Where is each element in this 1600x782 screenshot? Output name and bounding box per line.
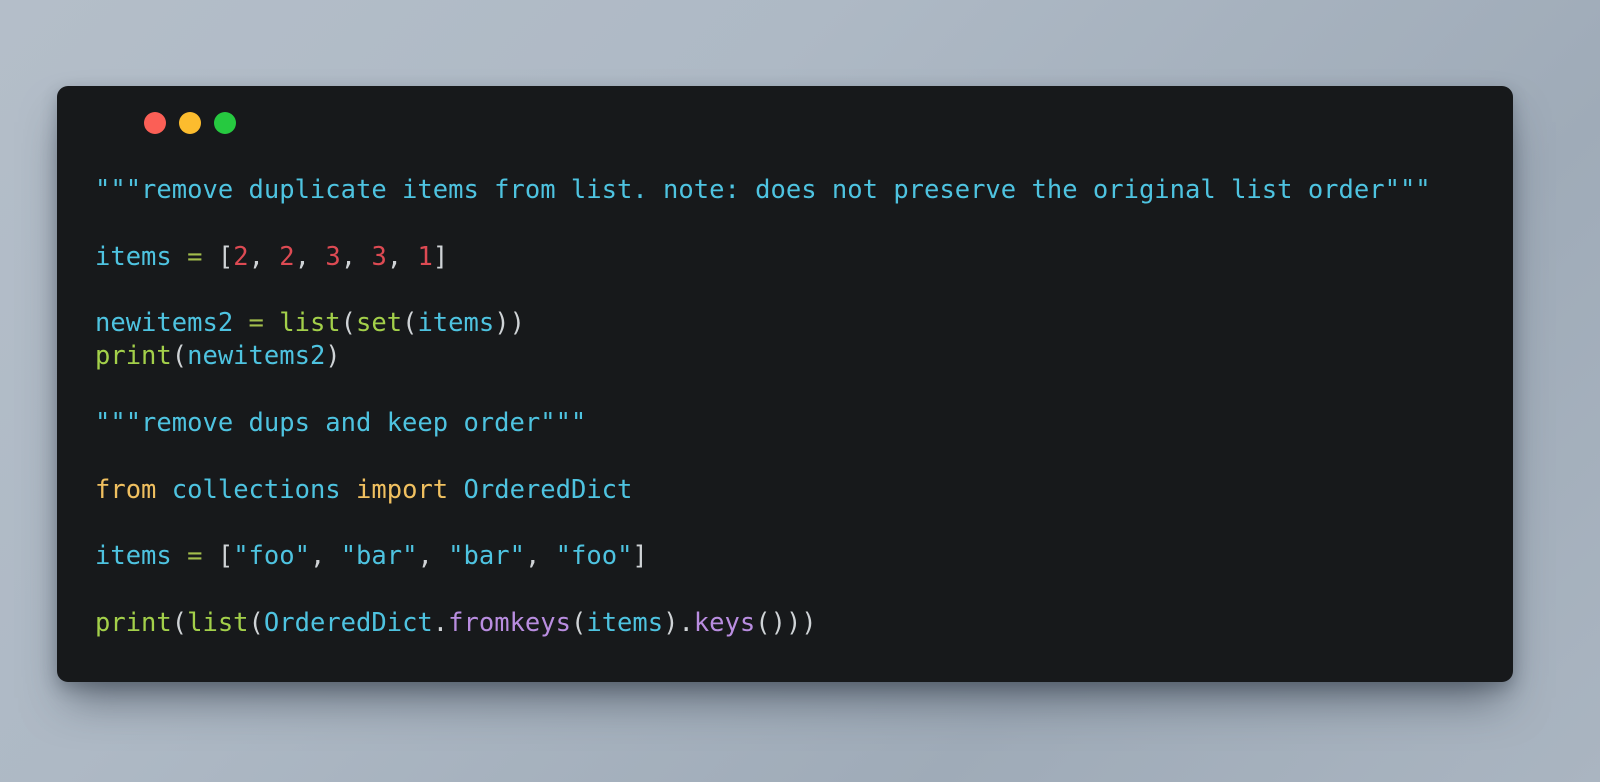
code-token-num: 3 <box>371 241 387 272</box>
code-token-class: OrderedDict <box>463 474 633 505</box>
code-token-method: fromkeys <box>448 607 571 638</box>
code-token-var: newitems2 <box>187 341 326 372</box>
code-token-punct <box>202 541 217 571</box>
code-token-num: 3 <box>325 241 341 272</box>
code-window: """remove duplicate items from list. not… <box>57 86 1513 682</box>
code-token-string: "foo" <box>555 541 633 572</box>
code-token-punct: ( <box>248 607 264 638</box>
code-token-punct <box>341 475 356 505</box>
code-token-num: 1 <box>417 241 433 272</box>
code-token-op: = <box>187 241 203 272</box>
code-token-punct: ) <box>325 341 341 372</box>
code-token-builtin: set <box>356 308 403 339</box>
code-token-var: items <box>586 607 664 638</box>
code-token-method: keys <box>693 607 756 638</box>
code-token-var: items <box>417 308 495 339</box>
code-line: """remove dups and keep order""" <box>95 407 1495 440</box>
code-token-punct: [ <box>217 241 234 272</box>
code-token-builtin: list <box>279 308 341 339</box>
code-token-punct: , <box>417 541 449 572</box>
code-token-punct: , <box>294 241 326 272</box>
code-token-punct <box>172 242 187 272</box>
code-line: from collections import OrderedDict <box>95 474 1495 507</box>
screenshot-stage: """remove duplicate items from list. not… <box>0 0 1600 782</box>
minimize-button-icon[interactable] <box>179 112 201 134</box>
code-token-punct: , <box>386 241 418 272</box>
code-line: print(newitems2) <box>95 340 1495 373</box>
code-token-punct <box>172 541 187 571</box>
code-token-punct <box>156 475 171 505</box>
code-token-punct <box>264 308 279 338</box>
code-token-var: items <box>95 241 172 272</box>
code-token-builtin: print <box>95 607 172 638</box>
code-token-num: 2 <box>233 241 249 272</box>
code-token-punct: )) <box>494 308 525 339</box>
code-token-punct: ( <box>171 607 188 638</box>
code-token-string: "foo" <box>233 541 310 572</box>
close-button-icon[interactable] <box>144 112 166 134</box>
code-token-punct: [ <box>217 541 234 572</box>
code-line: newitems2 = list(set(items)) <box>95 307 1495 340</box>
code-token-punct <box>202 242 217 272</box>
code-token-comment: """remove duplicate items from list. not… <box>95 175 1431 205</box>
code-token-punct: , <box>524 541 556 572</box>
code-token-var: items <box>95 541 172 572</box>
code-token-punct: ] <box>632 541 648 572</box>
code-token-keyword: from <box>95 474 157 505</box>
code-token-builtin: list <box>187 607 249 638</box>
code-token-punct: ( <box>340 308 357 339</box>
code-token-punct: ( <box>171 341 188 372</box>
code-line: items = [2, 2, 3, 3, 1] <box>95 241 1495 274</box>
code-token-op: = <box>187 541 203 572</box>
code-token-punct: ())) <box>755 607 817 638</box>
code-token-var: collections <box>171 474 341 505</box>
code-token-punct: . <box>432 607 449 638</box>
code-token-punct: ( <box>570 607 587 638</box>
code-token-punct: ) <box>663 607 679 638</box>
code-editor-content[interactable]: """remove duplicate items from list. not… <box>95 174 1495 640</box>
code-token-punct: ( <box>402 308 418 339</box>
code-token-var: newitems2 <box>95 308 234 339</box>
code-token-string: "bar" <box>340 541 418 572</box>
code-token-num: 2 <box>279 241 295 272</box>
code-line: items = ["foo", "bar", "bar", "foo"] <box>95 540 1495 573</box>
code-line: print(list(OrderedDict.fromkeys(items).k… <box>95 607 1495 640</box>
code-token-builtin: print <box>95 341 172 372</box>
code-token-comment: """remove dups and keep order""" <box>95 408 587 439</box>
code-token-punct: ] <box>432 241 449 272</box>
code-token-keyword: import <box>356 474 449 505</box>
code-token-punct: , <box>340 241 372 272</box>
code-token-punct <box>233 308 248 338</box>
maximize-button-icon[interactable] <box>214 112 236 134</box>
code-line: """remove duplicate items from list. not… <box>95 174 1495 207</box>
code-token-class: OrderedDict <box>263 607 433 638</box>
code-token-punct: , <box>248 241 280 272</box>
window-titlebar[interactable] <box>57 86 1513 148</box>
window-controls <box>144 112 236 134</box>
code-token-punct <box>448 475 463 505</box>
code-token-punct: , <box>309 541 341 572</box>
code-token-op: = <box>248 308 264 339</box>
code-token-punct: . <box>678 607 694 638</box>
code-token-string: "bar" <box>448 541 525 572</box>
